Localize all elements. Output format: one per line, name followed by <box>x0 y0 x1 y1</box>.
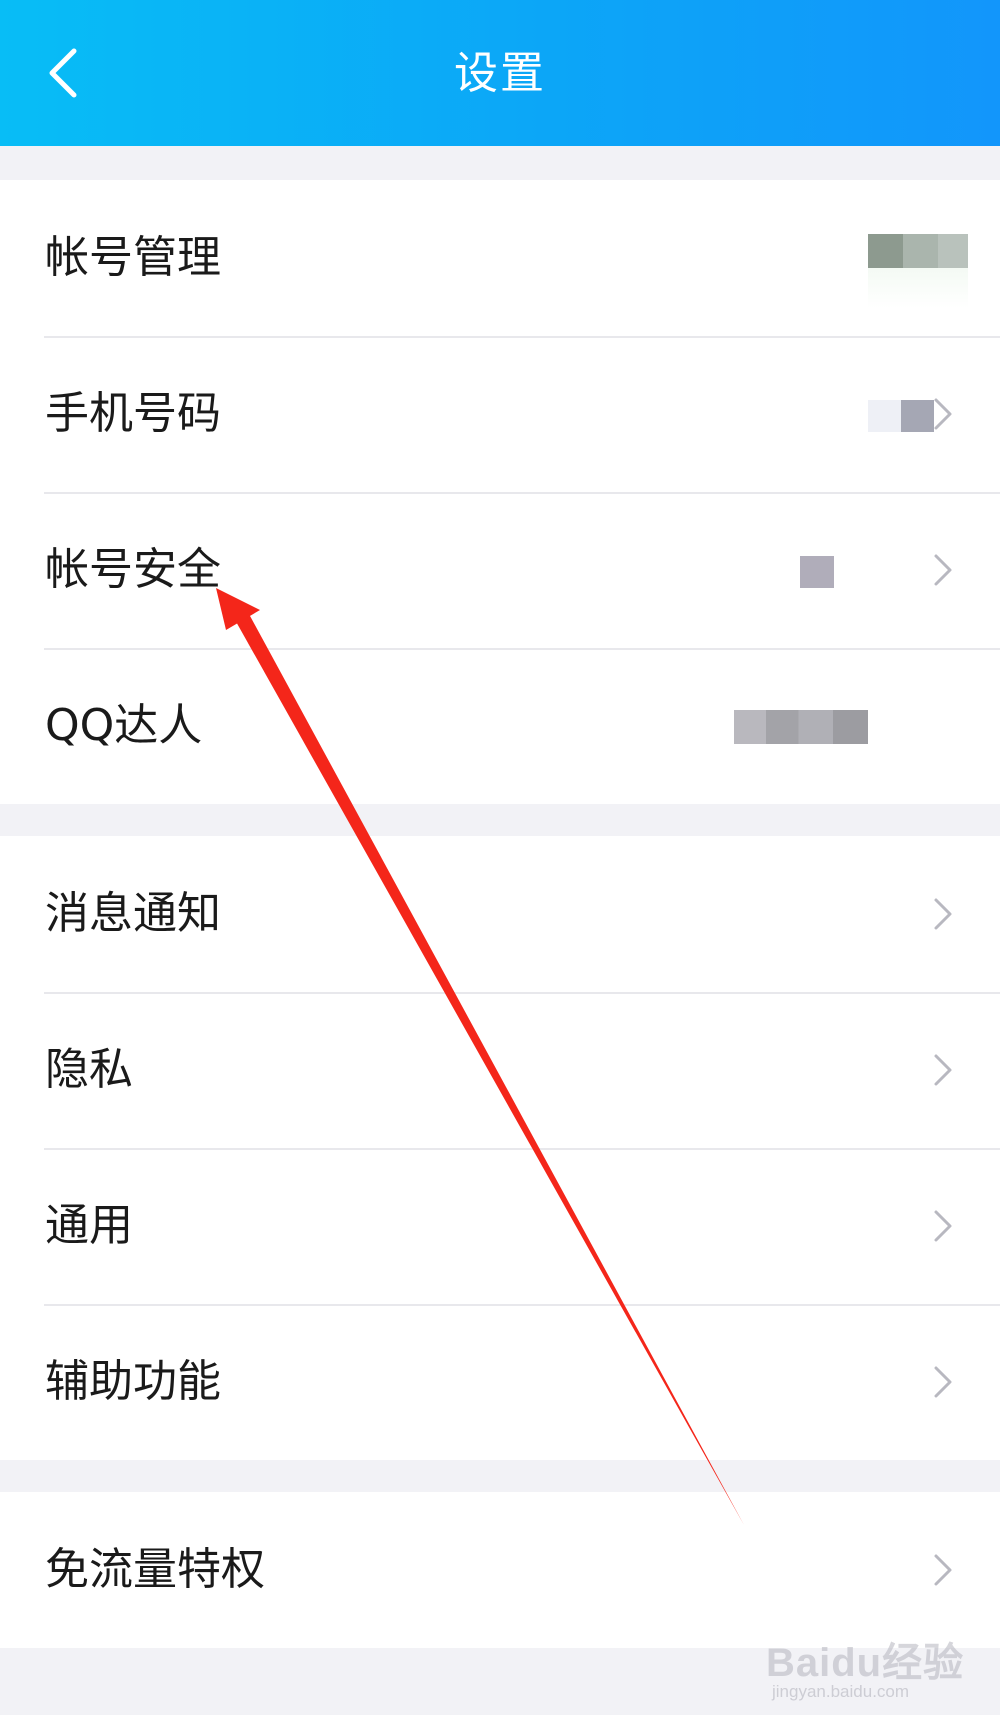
app-header: 设置 <box>0 0 1000 146</box>
settings-item-label: 消息通知 <box>45 888 221 939</box>
settings-item-general[interactable]: 通用 <box>0 1148 1000 1304</box>
chevron-right-icon <box>928 1548 958 1592</box>
settings-item-label: 帐号管理 <box>45 232 221 283</box>
settings-item-account-management[interactable]: 帐号管理 <box>0 180 1000 336</box>
security-status-blurred <box>800 556 834 588</box>
account-avatar-blurred-lower <box>868 268 968 308</box>
chevron-right-icon <box>928 1204 958 1248</box>
settings-item-label: QQ达人 <box>45 700 203 751</box>
settings-item-label: 免流量特权 <box>45 1544 265 1595</box>
watermark-brand: Baidu经验 <box>766 1641 965 1685</box>
phone-number-blurred <box>868 400 934 432</box>
chevron-right-icon <box>928 548 958 592</box>
baidu-jingyan-watermark: Baidu经验 jingyan.baidu.com <box>766 1622 986 1702</box>
chevron-right-icon <box>928 392 958 436</box>
chevron-right-icon <box>928 892 958 936</box>
chevron-right-icon <box>928 1360 958 1404</box>
settings-item-account-security[interactable]: 帐号安全 <box>0 492 1000 648</box>
settings-group-preferences: 消息通知 隐私 通用 辅助功能 <box>0 836 1000 1460</box>
settings-item-label: 辅助功能 <box>45 1356 221 1407</box>
settings-item-qq-expert[interactable]: QQ达人 <box>0 648 1000 804</box>
page-title: 设置 <box>454 48 546 99</box>
settings-item-privacy[interactable]: 隐私 <box>0 992 1000 1148</box>
settings-item-notifications[interactable]: 消息通知 <box>0 836 1000 992</box>
settings-item-label: 通用 <box>45 1200 133 1251</box>
settings-group-account: 帐号管理 手机号码 帐号安全 QQ达人 <box>0 180 1000 804</box>
account-avatar-blurred <box>868 234 968 268</box>
watermark-url: jingyan.baidu.com <box>772 1682 910 1701</box>
settings-item-label: 手机号码 <box>45 388 221 439</box>
qq-expert-badge-blurred <box>734 710 868 744</box>
settings-item-label: 隐私 <box>45 1044 133 1095</box>
settings-item-label: 帐号安全 <box>45 544 221 595</box>
chevron-right-icon <box>928 1048 958 1092</box>
settings-item-phone-number[interactable]: 手机号码 <box>0 336 1000 492</box>
settings-item-accessibility[interactable]: 辅助功能 <box>0 1304 1000 1460</box>
